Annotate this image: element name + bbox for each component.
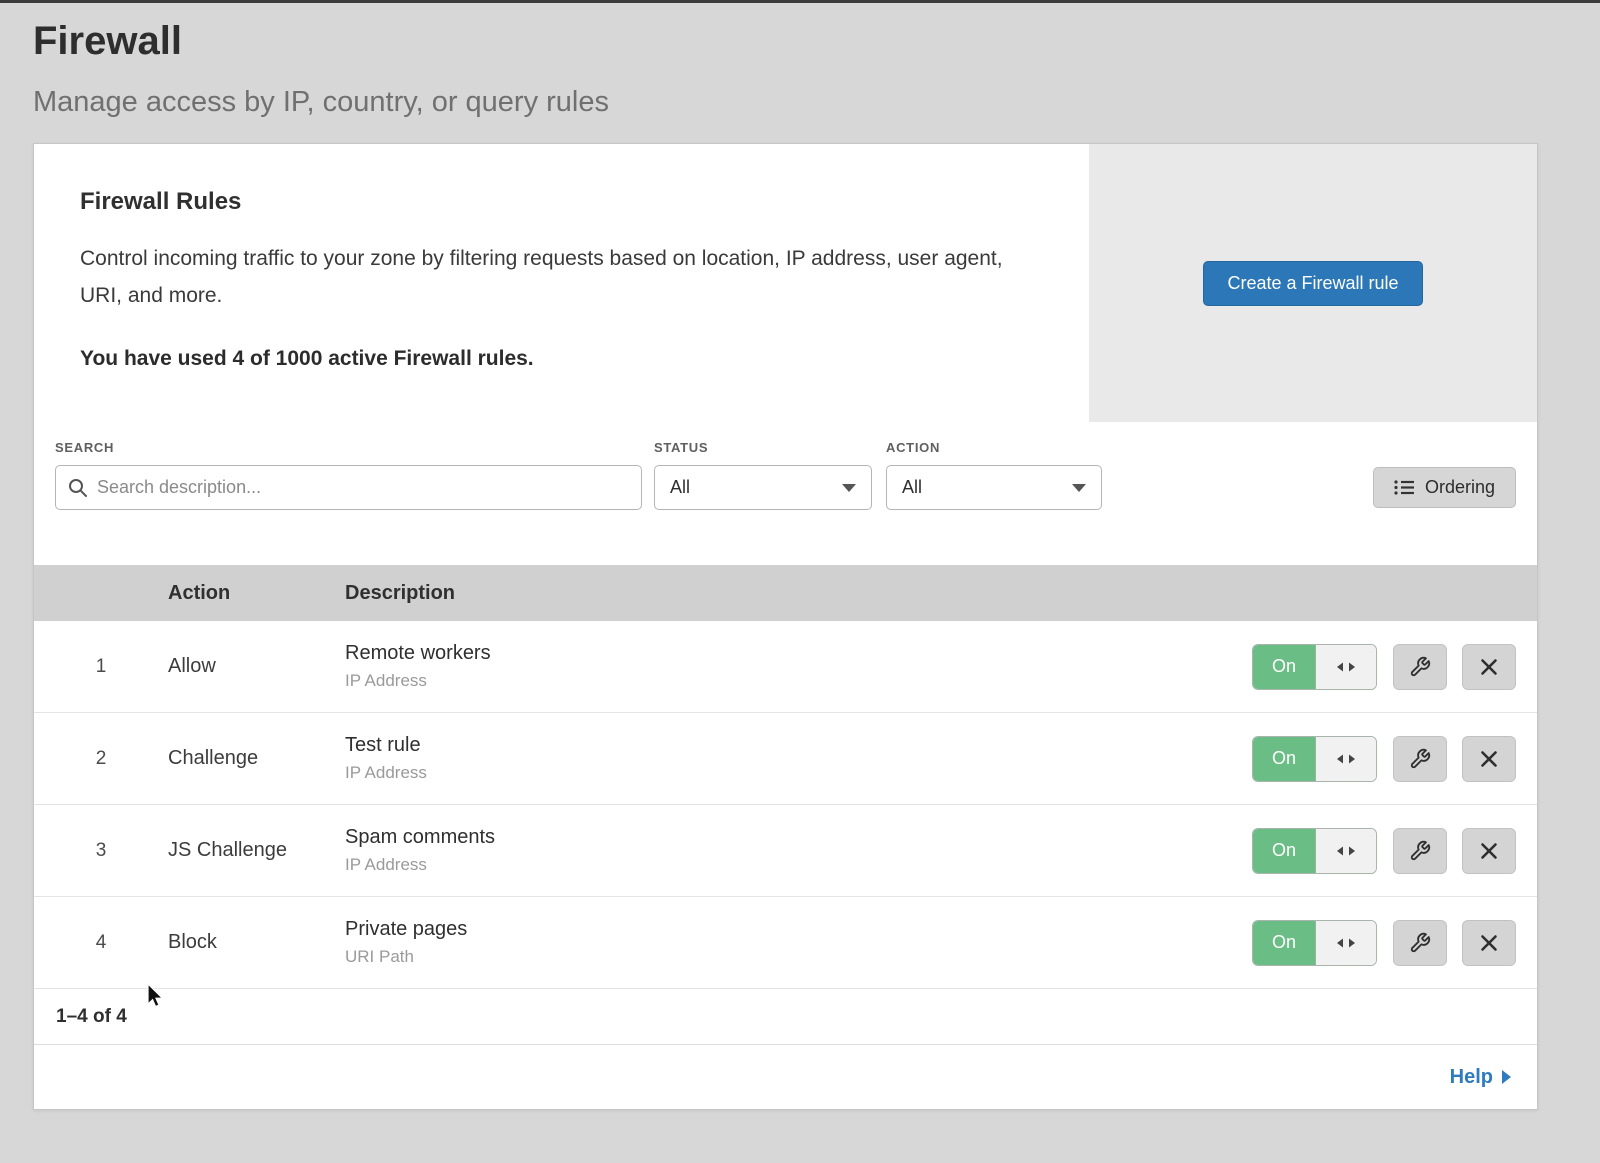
action-select-value: All [902, 477, 922, 498]
card-description: Control incoming traffic to your zone by… [80, 240, 1030, 314]
pagination-label: 1–4 of 4 [56, 1006, 127, 1028]
row-subtitle: IP Address [345, 763, 1252, 783]
delete-rule-button[interactable] [1462, 920, 1516, 966]
left-right-arrows-icon [1337, 845, 1355, 857]
action-label: ACTION [886, 440, 1102, 455]
row-number: 4 [34, 932, 168, 954]
list-icon [1394, 479, 1414, 496]
toggle-on-label: On [1253, 645, 1316, 689]
page-subtitle: Manage access by IP, country, or query r… [33, 85, 1600, 119]
status-toggle[interactable]: On [1252, 644, 1377, 690]
close-icon [1480, 658, 1498, 676]
column-action: Action [168, 582, 345, 605]
row-subtitle: IP Address [345, 671, 1252, 691]
edit-rule-button[interactable] [1393, 736, 1447, 782]
delete-rule-button[interactable] [1462, 644, 1516, 690]
table-row: 3 JS Challenge Spam comments IP Address … [34, 805, 1537, 897]
page-title: Firewall [33, 17, 1600, 65]
row-title: Private pages [345, 918, 1252, 941]
filters-bar: SEARCH STATUS All ACTION All [34, 422, 1537, 565]
triangle-right-icon [1502, 1070, 1511, 1084]
page-header: Firewall Manage access by IP, country, o… [0, 3, 1600, 119]
search-icon [68, 478, 88, 498]
delete-rule-button[interactable] [1462, 828, 1516, 874]
usage-note: You have used 4 of 1000 active Firewall … [80, 346, 1043, 372]
status-toggle[interactable]: On [1252, 736, 1377, 782]
left-right-arrows-icon [1337, 753, 1355, 765]
toggle-on-label: On [1253, 921, 1316, 965]
status-toggle[interactable]: On [1252, 920, 1377, 966]
table-row: 2 Challenge Test rule IP Address On [34, 713, 1537, 805]
chevron-down-icon [1072, 484, 1086, 492]
row-subtitle: IP Address [345, 855, 1252, 875]
delete-rule-button[interactable] [1462, 736, 1516, 782]
left-right-arrows-icon [1337, 661, 1355, 673]
table-row: 4 Block Private pages URI Path On [34, 897, 1537, 989]
card-aside: Create a Firewall rule [1089, 144, 1537, 422]
toggle-handle[interactable] [1316, 921, 1376, 965]
card-intro-section: Firewall Rules Control incoming traffic … [34, 144, 1537, 422]
row-title: Spam comments [345, 826, 1252, 849]
wrench-icon [1409, 656, 1431, 678]
pagination-bar: 1–4 of 4 [34, 989, 1537, 1045]
table-header: Action Description [34, 565, 1537, 621]
status-label: STATUS [654, 440, 872, 455]
create-firewall-rule-button[interactable]: Create a Firewall rule [1203, 261, 1422, 306]
status-select-value: All [670, 477, 690, 498]
row-subtitle: URI Path [345, 947, 1252, 967]
search-field[interactable] [55, 465, 642, 510]
toggle-handle[interactable] [1316, 829, 1376, 873]
search-label: SEARCH [55, 440, 642, 455]
edit-rule-button[interactable] [1393, 644, 1447, 690]
close-icon [1480, 750, 1498, 768]
row-title: Test rule [345, 734, 1252, 757]
row-action: Block [168, 931, 345, 954]
status-toggle[interactable]: On [1252, 828, 1377, 874]
left-right-arrows-icon [1337, 937, 1355, 949]
ordering-button[interactable]: Ordering [1373, 467, 1516, 508]
table-row: 1 Allow Remote workers IP Address On [34, 621, 1537, 713]
toggle-on-label: On [1253, 737, 1316, 781]
wrench-icon [1409, 932, 1431, 954]
edit-rule-button[interactable] [1393, 920, 1447, 966]
row-action: JS Challenge [168, 839, 345, 862]
edit-rule-button[interactable] [1393, 828, 1447, 874]
help-link-label: Help [1450, 1066, 1493, 1089]
search-input[interactable] [97, 477, 629, 498]
row-number: 2 [34, 748, 168, 770]
toggle-on-label: On [1253, 829, 1316, 873]
column-description: Description [345, 582, 1537, 605]
wrench-icon [1409, 748, 1431, 770]
action-select[interactable]: All [886, 465, 1102, 510]
toggle-handle[interactable] [1316, 737, 1376, 781]
row-title: Remote workers [345, 642, 1252, 665]
row-action: Allow [168, 655, 345, 678]
row-action: Challenge [168, 747, 345, 770]
wrench-icon [1409, 840, 1431, 862]
help-bar: Help [34, 1045, 1537, 1109]
firewall-rules-card: Firewall Rules Control incoming traffic … [33, 143, 1538, 1110]
row-number: 1 [34, 656, 168, 678]
close-icon [1480, 934, 1498, 952]
help-link[interactable]: Help [1450, 1066, 1511, 1089]
status-select[interactable]: All [654, 465, 872, 510]
toggle-handle[interactable] [1316, 645, 1376, 689]
card-heading: Firewall Rules [80, 188, 1043, 216]
chevron-down-icon [842, 484, 856, 492]
row-number: 3 [34, 840, 168, 862]
ordering-button-label: Ordering [1425, 477, 1495, 498]
close-icon [1480, 842, 1498, 860]
